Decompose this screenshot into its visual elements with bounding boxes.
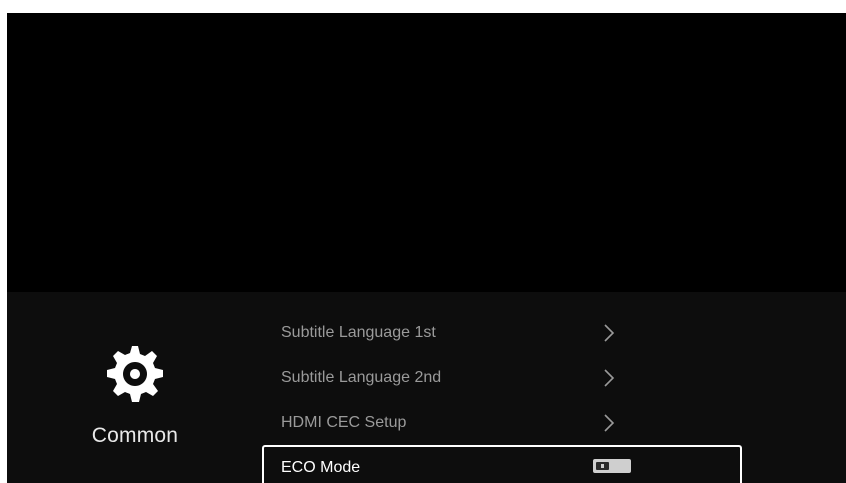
- menu-item-label: Subtitle Language 2nd: [281, 368, 442, 386]
- toggle-knob: [596, 462, 609, 470]
- chevron-right-icon: [603, 414, 615, 432]
- chevron-right-icon: [603, 369, 615, 387]
- category-label: Common: [91, 424, 179, 447]
- menu-item-hdmi-cec-setup[interactable]: HDMI CEC Setup: [262, 400, 742, 445]
- settings-panel: Common Subtitle Language 1st Subtitle La…: [7, 292, 846, 483]
- menu-item-label: HDMI CEC Setup: [281, 413, 407, 431]
- category-common: Common: [67, 342, 203, 448]
- eco-mode-toggle[interactable]: [593, 459, 631, 473]
- chevron-right-icon: [603, 324, 615, 342]
- menu-item-label: Subtitle Language 1st: [281, 323, 436, 341]
- settings-menu: Subtitle Language 1st Subtitle Language …: [262, 310, 742, 483]
- menu-item-label: ECO Mode: [281, 459, 361, 476]
- menu-item-subtitle-language-1st[interactable]: Subtitle Language 1st: [262, 310, 742, 355]
- menu-item-subtitle-language-2nd[interactable]: Subtitle Language 2nd: [262, 355, 742, 400]
- menu-item-eco-mode[interactable]: ECO Mode: [262, 445, 742, 483]
- gear-icon: [103, 342, 167, 406]
- tv-screen: Common Subtitle Language 1st Subtitle La…: [7, 13, 846, 483]
